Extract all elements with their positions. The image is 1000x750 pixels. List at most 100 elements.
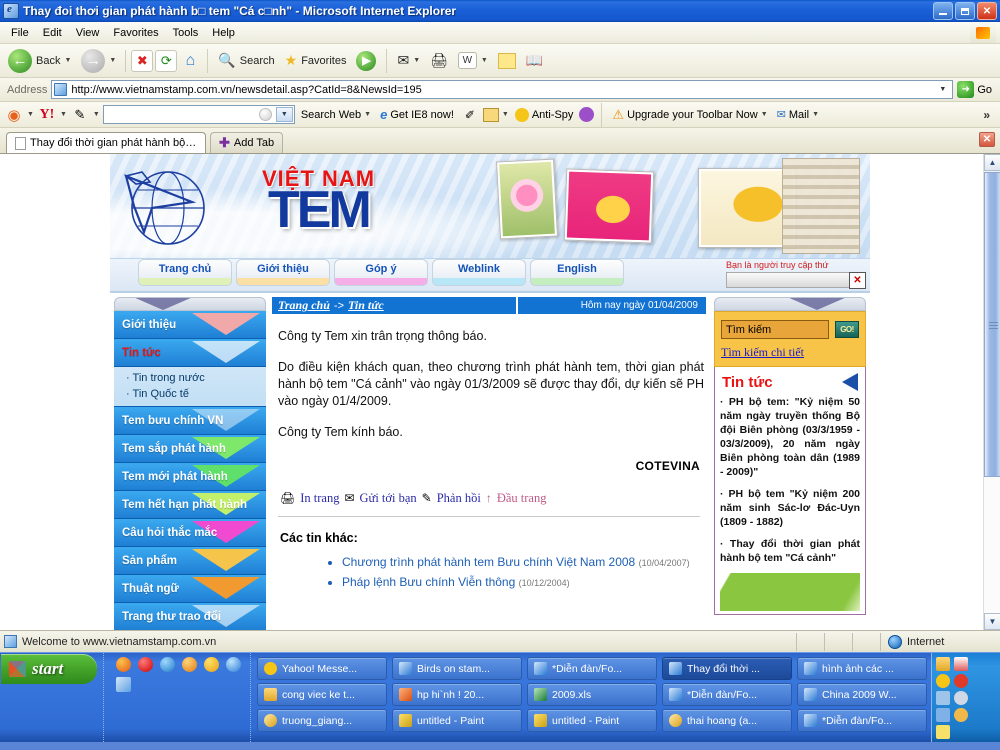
sidebar-item-trang-thu-trao-doi[interactable]: Trang thư trao đổi: [114, 603, 266, 630]
other-news-link[interactable]: Pháp lệnh Bưu chính Viễn thông: [342, 575, 515, 589]
action-top-of-page[interactable]: Đầu trang: [497, 491, 547, 506]
research-button[interactable]: 📖: [522, 50, 547, 71]
task-thai-hoang[interactable]: thai hoang (a...: [662, 709, 792, 732]
refresh-button[interactable]: ⟳: [155, 49, 178, 72]
task-untitled-paint-2[interactable]: untitled - Paint: [527, 709, 657, 732]
add-tab-button[interactable]: ✚ Add Tab: [210, 132, 284, 153]
action-feedback[interactable]: Phản hồi: [437, 491, 481, 506]
toolbar-overflow-button[interactable]: »: [983, 108, 996, 122]
chevron-down-icon[interactable]: ▼: [502, 111, 509, 118]
search-web-button[interactable]: Search Web ▼: [298, 108, 374, 122]
print-button[interactable]: 🖨: [426, 50, 452, 71]
menu-view[interactable]: View: [69, 25, 107, 41]
edit-word-button[interactable]: W ▼: [454, 50, 492, 71]
media-button[interactable]: ▶: [352, 49, 380, 73]
pencil-icon[interactable]: ✐: [460, 106, 480, 124]
vietkey-tray-icon[interactable]: [936, 725, 950, 739]
update-tray-icon[interactable]: [954, 708, 968, 722]
media-player-icon[interactable]: [182, 657, 197, 672]
task-yahoo-messenger[interactable]: Yahoo! Messe...: [257, 657, 387, 680]
other-news-link[interactable]: Chương trình phát hành tem Bưu chính Việ…: [342, 555, 635, 569]
sidebar-item-cau-hoi-thac-mac[interactable]: Câu hỏi thắc mắc: [114, 519, 266, 547]
opera-icon[interactable]: [138, 657, 153, 672]
go-button[interactable]: ➜ Go: [957, 81, 996, 98]
task-cong-viec-ke-t[interactable]: cong viec ke t...: [257, 683, 387, 706]
chevron-down-icon[interactable]: ▼: [27, 111, 34, 118]
unikey-tray-icon[interactable]: [936, 708, 950, 722]
yahoo-logo-icon[interactable]: Y!: [37, 106, 57, 124]
chevron-down-icon[interactable]: ▼: [93, 111, 100, 118]
notes-button[interactable]: [494, 51, 520, 71]
address-input[interactable]: http://www.vietnamstamp.com.vn/newsdetai…: [51, 80, 954, 99]
action-print-page[interactable]: In trang: [300, 491, 339, 506]
task-dien-dan-forum-2[interactable]: *Diễn đàn/Fo...: [662, 683, 792, 706]
breadcrumb-current-link[interactable]: Tin tức: [348, 298, 384, 313]
sidebar-item-tem-moi-phat-hanh[interactable]: Tem mới phát hành: [114, 463, 266, 491]
action-send-to-friend[interactable]: Gửi tới bạn: [360, 491, 417, 506]
news-item[interactable]: · PH bộ tem: "Kỷ niệm 50 năm ngày truyền…: [720, 395, 860, 479]
chevron-down-icon[interactable]: ▼: [60, 111, 67, 118]
task-hp-hinh-20[interactable]: hp hi`nh ! 20...: [392, 683, 522, 706]
volume-tray-icon[interactable]: [954, 691, 968, 705]
network-tray-icon[interactable]: [936, 691, 950, 705]
sidebar-item-tem-het-han-phat-hanh[interactable]: Tem hết hạn phát hành: [114, 491, 266, 519]
menu-favorites[interactable]: Favorites: [106, 25, 165, 41]
document-icon[interactable]: [116, 677, 131, 692]
chevron-down-icon[interactable]: ▼: [275, 107, 293, 122]
menu-edit[interactable]: Edit: [36, 25, 69, 41]
close-tab-button[interactable]: ✕: [979, 132, 995, 147]
task-china-2009-w[interactable]: China 2009 W...: [797, 683, 927, 706]
advanced-search-link[interactable]: Tìm kiếm chi tiết: [721, 345, 859, 360]
back-button[interactable]: ← Back ▼: [4, 47, 75, 75]
firefox-icon[interactable]: [116, 657, 131, 672]
sidebar-item-gioi-thieu[interactable]: Giới thiệu: [114, 311, 266, 339]
nav-item-english[interactable]: English: [530, 259, 624, 286]
health-tray-icon[interactable]: [954, 674, 968, 688]
yahoo-search-input[interactable]: ▼: [102, 105, 295, 124]
anti-spy-button[interactable]: Anti-Spy: [512, 107, 577, 123]
sidebar-item-tem-sap-phat-hanh[interactable]: Tem sắp phát hành: [114, 435, 266, 463]
search-button[interactable]: 🔍 Search: [214, 50, 278, 71]
sidebar-item-thuat-ngu[interactable]: Thuật ngữ: [114, 575, 266, 603]
task-truong-giang[interactable]: truong_giang...: [257, 709, 387, 732]
scrollbar-track[interactable]: [984, 477, 1000, 613]
task-thay-doi-thoi-gian[interactable]: Thay đổi thời ...: [662, 657, 792, 680]
sidebar-subitem-tin-quoc-te[interactable]: Tin Quốc tế: [126, 386, 266, 402]
start-button[interactable]: start: [1, 654, 97, 684]
bookmarks-icon[interactable]: [482, 107, 499, 122]
task-dien-dan-forum-1[interactable]: *Diễn đàn/Fo...: [527, 657, 657, 680]
close-icon[interactable]: ✕: [849, 272, 866, 289]
news-item[interactable]: · Thay đổi thời gian phát hành bộ tem "C…: [720, 537, 860, 565]
calendar-tray-icon[interactable]: [954, 657, 968, 671]
sidebar-item-tem-buu-chinh-vn[interactable]: Tem bưu chính VN: [114, 407, 266, 435]
scroll-down-button[interactable]: ▼: [984, 613, 1000, 630]
sidebar-subitem-tin-trong-nuoc[interactable]: Tin trong nước: [126, 370, 266, 386]
nav-item-gop-y[interactable]: Góp ý: [334, 259, 428, 286]
task-birds-on-stamps[interactable]: Birds on stam...: [392, 657, 522, 680]
mail-toolbar-button[interactable]: ✉ Mail ▼: [774, 107, 822, 122]
nav-item-gioi-thieu[interactable]: Giới thiệu: [236, 259, 330, 286]
search-input[interactable]: Tìm kiếm: [721, 320, 829, 339]
get-ie8-button[interactable]: e Get IE8 now!: [377, 106, 457, 123]
yahoo-eye-icon[interactable]: ◉: [4, 106, 24, 124]
nav-item-trang-chu[interactable]: Trang chủ: [138, 259, 232, 286]
list-item[interactable]: Chương trình phát hành tem Bưu chính Việ…: [342, 553, 706, 573]
favorites-button[interactable]: ★ Favorites: [281, 50, 351, 71]
task-2009-xls[interactable]: 2009.xls: [527, 683, 657, 706]
minimize-button[interactable]: [933, 2, 953, 20]
close-button[interactable]: ✕: [977, 2, 997, 20]
music-icon[interactable]: [579, 107, 595, 122]
news-item[interactable]: · PH bộ tem "Kỷ niệm 200 năm sinh Sác-lơ…: [720, 487, 860, 529]
menu-help[interactable]: Help: [205, 25, 242, 41]
task-hinh-anh-cac[interactable]: hình ảnh các ...: [797, 657, 927, 680]
yahoo-messenger-icon[interactable]: [204, 657, 219, 672]
list-item[interactable]: Pháp lệnh Bưu chính Viễn thông (10/12/20…: [342, 573, 706, 593]
menu-tools[interactable]: Tools: [166, 25, 206, 41]
breadcrumb-home-link[interactable]: Trang chủ: [278, 298, 330, 313]
upgrade-toolbar-button[interactable]: ⚠ Upgrade your Toolbar Now ▼: [609, 106, 770, 124]
scroll-up-button[interactable]: ▲: [984, 154, 1000, 171]
folder-tray-icon[interactable]: [936, 657, 950, 671]
maximize-button[interactable]: [955, 2, 975, 20]
highlighter-icon[interactable]: ✎: [70, 106, 90, 124]
menu-file[interactable]: File: [4, 25, 36, 41]
